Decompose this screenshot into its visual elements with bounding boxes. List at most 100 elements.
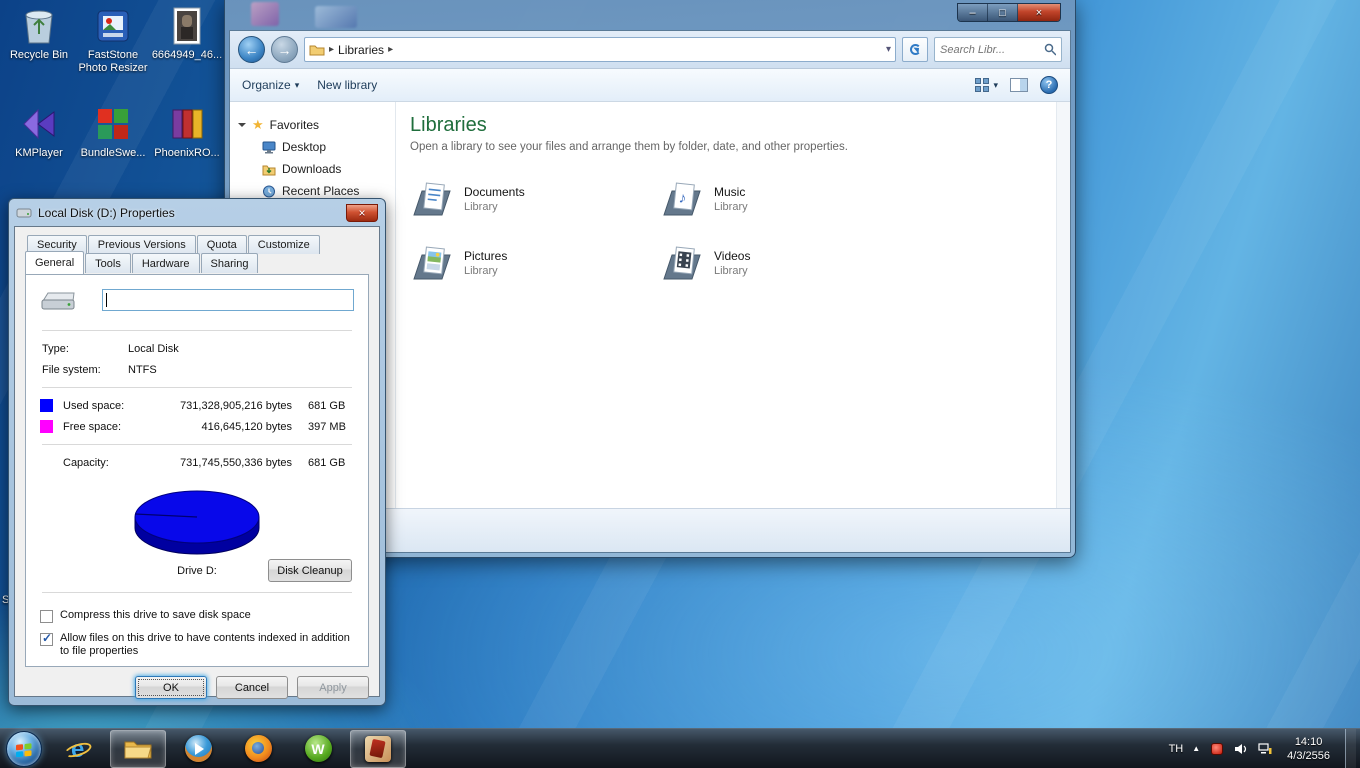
chevron-down-icon: ▾ xyxy=(993,79,998,90)
close-button[interactable]: × xyxy=(1018,4,1060,21)
address-dropdown-icon[interactable]: ▾ xyxy=(886,44,891,55)
tab-sharing[interactable]: Sharing xyxy=(200,253,259,273)
dialog-close-button[interactable]: × xyxy=(346,203,378,222)
library-item-pictures[interactable]: Pictures Library xyxy=(410,239,660,287)
free-space-swatch xyxy=(40,420,53,433)
desktop-icon-kmplayer[interactable]: KMPlayer xyxy=(2,104,76,160)
desktop-icon-bundlesweep[interactable]: BundleSwe... xyxy=(76,104,150,160)
type-label: Type: xyxy=(42,342,69,355)
explorer-titlebar[interactable]: – □ × xyxy=(229,0,1071,30)
tab-customize[interactable]: Customize xyxy=(247,235,320,254)
index-checkbox[interactable]: ✓ xyxy=(40,631,53,646)
desktop-icon-label: BundleSwe... xyxy=(80,147,146,159)
documents-library-icon xyxy=(413,182,451,216)
library-name: Pictures xyxy=(464,249,508,263)
show-hidden-icons-button[interactable]: ▲ xyxy=(1192,744,1200,753)
vertical-scrollbar[interactable] xyxy=(1056,102,1070,508)
search-box[interactable] xyxy=(934,37,1062,62)
volume-icon[interactable] xyxy=(1233,742,1248,755)
show-desktop-button[interactable] xyxy=(1345,728,1356,768)
filesystem-value: NTFS xyxy=(128,363,157,376)
expander-icon[interactable] xyxy=(238,123,246,131)
used-space-label: Used space: xyxy=(63,399,125,412)
taskbar-clock[interactable]: 14:10 4/3/2556 xyxy=(1281,735,1336,763)
tab-quota[interactable]: Quota xyxy=(196,235,247,254)
ok-button[interactable]: OK xyxy=(135,676,207,699)
faststone-icon xyxy=(93,6,133,46)
separator xyxy=(42,387,352,388)
index-checkbox-row[interactable]: ✓ Allow files on this drive to have cont… xyxy=(40,631,354,658)
tab-previous-versions[interactable]: Previous Versions xyxy=(87,235,196,254)
desktop-icon-recycle-bin[interactable]: Recycle Bin xyxy=(2,6,76,62)
drive-icon xyxy=(41,292,75,310)
videos-library-icon xyxy=(663,246,701,280)
new-library-button[interactable]: New library xyxy=(317,78,377,92)
start-button[interactable] xyxy=(6,730,42,767)
search-icon xyxy=(1045,43,1056,56)
location-folder-icon xyxy=(309,45,325,56)
tab-tools[interactable]: Tools xyxy=(85,253,131,273)
forward-arrow-icon: → xyxy=(277,41,292,58)
clock-date: 4/3/2556 xyxy=(1287,749,1330,762)
minimize-button[interactable]: – xyxy=(958,4,988,21)
used-space-bytes: 731,328,905,216 bytes xyxy=(180,399,292,412)
library-item-music[interactable]: ♪ Music Library xyxy=(660,175,910,223)
tray-app-icon[interactable] xyxy=(1209,742,1224,755)
general-tab-page: Type: Local Disk File system: NTFS Used sp… xyxy=(25,274,369,667)
help-button[interactable]: ? xyxy=(1040,76,1058,94)
network-icon[interactable] xyxy=(1257,742,1272,755)
tab-general[interactable]: General xyxy=(25,251,85,274)
taskbar-button-w-app[interactable]: W xyxy=(290,730,346,768)
cancel-button[interactable]: Cancel xyxy=(216,676,288,699)
taskbar-button-firefox[interactable] xyxy=(230,730,286,768)
tab-strip: Security Previous Versions Quota Customi… xyxy=(25,235,369,275)
dialog-title: Local Disk (D:) Properties xyxy=(38,205,175,220)
change-view-button[interactable]: ▾ xyxy=(975,78,998,92)
sidebar-item-downloads[interactable]: Downloads xyxy=(238,158,395,180)
disk-cleanup-button[interactable]: Disk Cleanup xyxy=(268,559,352,582)
volume-label-input[interactable] xyxy=(102,289,354,311)
search-input[interactable] xyxy=(940,43,1045,56)
compress-checkbox[interactable] xyxy=(40,610,53,623)
free-space-label: Free space: xyxy=(63,420,122,433)
help-icon: ? xyxy=(1045,79,1053,91)
desktop-icon-faststone[interactable]: FastStone Photo Resizer xyxy=(76,6,150,75)
internet-explorer-icon: e xyxy=(62,735,94,763)
library-item-videos[interactable]: Videos Library xyxy=(660,239,910,287)
breadcrumb-segment[interactable]: Libraries xyxy=(338,43,384,57)
taskbar-button-explorer[interactable] xyxy=(110,729,166,768)
taskbar-button-media-player[interactable] xyxy=(170,730,226,768)
disk-properties-dialog: Local Disk (D:) Properties × Security Pr… xyxy=(8,198,386,706)
dialog-titlebar[interactable]: Local Disk (D:) Properties × xyxy=(14,199,380,226)
media-player-icon xyxy=(184,735,212,762)
compress-checkbox-row[interactable]: Compress this drive to save disk space xyxy=(40,609,354,623)
maximize-button[interactable]: □ xyxy=(988,4,1018,21)
library-kind: Library xyxy=(464,265,498,277)
tab-hardware[interactable]: Hardware xyxy=(131,253,200,273)
taskbar-button-internet-explorer[interactable]: e xyxy=(50,730,106,768)
forward-button[interactable]: → xyxy=(271,36,298,63)
address-bar[interactable]: ▸ Libraries ▸ ▾ xyxy=(304,37,896,62)
taskbar-button-game[interactable] xyxy=(350,729,406,768)
language-indicator[interactable]: TH xyxy=(1169,743,1184,755)
refresh-icon xyxy=(909,44,921,55)
refresh-button[interactable] xyxy=(902,37,928,62)
phoenixro-archive-icon xyxy=(167,104,207,144)
new-library-label: New library xyxy=(317,78,378,92)
library-item-documents[interactable]: Documents Library xyxy=(410,175,660,223)
text-caret xyxy=(106,293,107,307)
sidebar-item-desktop[interactable]: Desktop xyxy=(238,136,395,158)
preview-pane-button[interactable] xyxy=(1010,78,1028,92)
library-name: Documents xyxy=(464,185,525,199)
organize-button[interactable]: Organize ▾ xyxy=(242,78,299,92)
breadcrumb-arrow-icon: ▸ xyxy=(388,44,394,55)
apply-button[interactable]: Apply xyxy=(297,676,369,699)
desktop-icon-phoenixro[interactable]: PhoenixRO... xyxy=(150,104,224,160)
bundlesweep-icon xyxy=(93,104,133,144)
game-icon xyxy=(365,735,391,762)
desktop-icon-label: 6664949_46... xyxy=(151,49,223,61)
titlebar-glass-artifact xyxy=(315,6,357,28)
sidebar-item-favorites[interactable]: ★ Favorites xyxy=(238,114,395,136)
back-button[interactable]: ← xyxy=(238,36,265,63)
desktop-icon-photo-file[interactable]: 6664949_46... xyxy=(150,6,224,62)
